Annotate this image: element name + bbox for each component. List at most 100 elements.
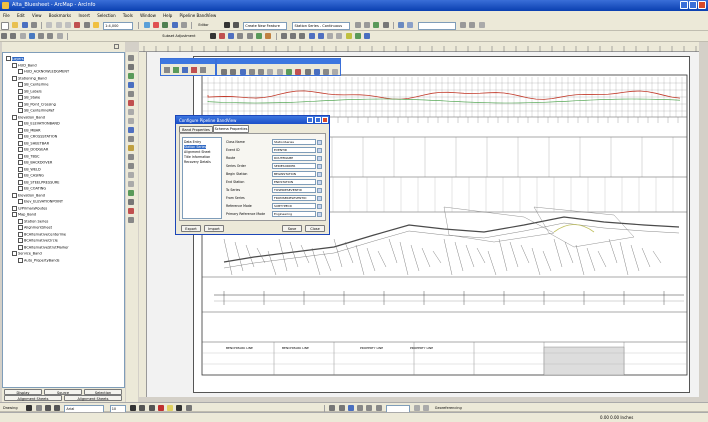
save-icon[interactable] [21, 22, 28, 28]
font-color-icon[interactable] [157, 405, 164, 411]
bv-pan-icon[interactable] [239, 69, 246, 75]
bv-export-icon[interactable] [313, 69, 320, 75]
dropdown-arrow-icon[interactable] [317, 156, 322, 161]
focus-frame-icon[interactable] [423, 405, 430, 411]
field-value-combo[interactable]: SUBTYPECD [272, 203, 316, 209]
band-graph-icon[interactable] [128, 154, 134, 160]
draw-rotate-icon[interactable] [35, 405, 42, 411]
error-inspector-icon[interactable] [460, 22, 466, 28]
layer-visibility-checkbox[interactable] [12, 114, 17, 120]
layout-fixed-zoom-out-icon[interactable] [375, 405, 382, 411]
menu-edit[interactable]: Edit [17, 13, 25, 18]
field-value-combo[interactable]: TOSERIESEVENTID [272, 187, 316, 193]
band-add-icon[interactable] [128, 82, 134, 88]
toc-layer-item[interactable]: Auto_PropertyBands [18, 257, 60, 263]
forward-extent-icon[interactable] [47, 33, 54, 39]
layer-visibility-checkbox[interactable] [12, 205, 17, 211]
menu-window[interactable]: Window [140, 13, 156, 18]
toc-layer-item[interactable]: BCAlternativeCenterline [18, 231, 66, 237]
layer-visibility-checkbox[interactable] [18, 218, 23, 224]
layout-full-page-icon[interactable] [357, 405, 364, 411]
draw-select-icon[interactable] [26, 405, 33, 411]
draw-text-icon[interactable] [54, 405, 61, 411]
band-table-icon[interactable] [128, 172, 134, 178]
italic-icon[interactable] [139, 405, 146, 411]
field-value-combo[interactable]: ROUTENAME [272, 155, 316, 161]
dropdown-arrow-icon[interactable] [317, 196, 322, 201]
bv-band-icon[interactable] [276, 69, 283, 75]
band-north-arrow-icon[interactable] [128, 181, 134, 187]
field-value-combo[interactable]: Engineering [272, 211, 316, 217]
dropdown-arrow-icon[interactable] [317, 140, 322, 145]
schema-tree-item[interactable]: Data Entry [184, 140, 201, 144]
sheet-next-icon[interactable] [317, 33, 324, 39]
layer-visibility-checkbox[interactable] [18, 244, 23, 250]
field-value-combo[interactable]: StationSeries [272, 139, 316, 145]
band-refresh-icon[interactable] [128, 217, 134, 223]
measure-icon[interactable] [237, 33, 244, 39]
georeferencing-menu[interactable]: Georeferencing [433, 405, 472, 411]
pipeline-station-icon[interactable] [182, 67, 188, 73]
globe-tool-icon[interactable] [128, 73, 134, 79]
export-button[interactable]: Export [181, 225, 201, 232]
pipeline-locate-icon[interactable] [200, 67, 206, 73]
editor-toolbar-icon[interactable] [143, 22, 150, 28]
toc-layer-item[interactable]: Layers [6, 56, 24, 61]
sheet-print-icon[interactable] [345, 33, 352, 39]
bv-help-icon[interactable] [332, 69, 339, 75]
drawing-menu[interactable]: Drawing [2, 405, 22, 411]
menu-insert[interactable]: Insert [78, 13, 89, 18]
toc-layer-item[interactable]: Elevation_Band [12, 114, 45, 120]
layer-visibility-checkbox[interactable] [18, 238, 23, 243]
layer-visibility-checkbox[interactable] [18, 153, 23, 159]
layer-visibility-checkbox[interactable] [18, 173, 23, 178]
draw-shape-icon[interactable] [228, 33, 235, 39]
dialog-maximize-button[interactable] [315, 117, 321, 123]
menu-help[interactable]: Help [163, 13, 172, 18]
bold-icon[interactable] [129, 405, 136, 411]
sheet-config-icon[interactable] [355, 33, 362, 39]
layer-visibility-checkbox[interactable] [12, 251, 17, 256]
toc-layer-item[interactable]: EB_SHEETBAR [18, 140, 49, 146]
layout-zoom-in-icon[interactable] [329, 405, 336, 411]
misc-tool-icon[interactable] [478, 22, 485, 28]
pointer-tool-icon[interactable] [128, 55, 134, 61]
toc-layer-item[interactable]: EB_CROSSSTATION [18, 134, 57, 139]
attributes-icon[interactable] [373, 22, 380, 28]
layer-visibility-checkbox[interactable] [12, 192, 17, 198]
band-text-icon[interactable] [128, 136, 134, 142]
zoom-in-icon[interactable] [1, 33, 7, 39]
fix-topology-icon[interactable] [469, 22, 476, 28]
toc-layer-item[interactable]: AlignmentSheet [18, 225, 52, 230]
bv-delete-icon[interactable] [295, 69, 302, 75]
field-value-combo[interactable]: FROMSERIESEVENTID [272, 195, 316, 201]
layout-tool-icon[interactable] [280, 33, 287, 39]
layer-visibility-checkbox[interactable] [18, 88, 23, 94]
target-combo[interactable]: Station Series - Continuous [292, 22, 351, 30]
fill-color-icon[interactable] [167, 405, 174, 411]
toc-layer-item[interactable]: EB_CASING [18, 173, 44, 178]
layer-visibility-checkbox[interactable] [18, 134, 23, 139]
toc-layer-item[interactable]: Station Series [18, 218, 48, 224]
menu-pipeline-bandview[interactable]: Pipeline BandView [180, 13, 217, 18]
band-error-icon[interactable] [128, 208, 134, 214]
toc-layer-item[interactable]: EB_DODGEAR [18, 147, 48, 152]
arctoolbox-icon[interactable] [152, 22, 159, 28]
layout-pan-hand-icon[interactable] [347, 405, 354, 411]
toc-layer-item[interactable]: EB_MBAR [18, 127, 41, 133]
tab-alignment-sheets-1[interactable]: Alignment Sheets [4, 395, 62, 401]
toc-layer-item[interactable]: BCAlternativeStrutMarker [18, 244, 69, 250]
layer-visibility-checkbox[interactable] [18, 101, 23, 107]
field-value-combo[interactable]: ENDSTATION [272, 179, 316, 185]
underline-icon[interactable] [148, 405, 155, 411]
band-remove-icon[interactable] [128, 91, 134, 97]
edit-tool-icon[interactable] [223, 22, 230, 28]
menu-file[interactable]: File [3, 13, 10, 18]
layout-pan-icon[interactable] [299, 33, 306, 39]
validate-icon[interactable] [407, 22, 414, 28]
layer-visibility-checkbox[interactable] [18, 186, 23, 191]
schema-tree-item[interactable]: Station Series [184, 145, 207, 149]
layer-visibility-checkbox[interactable] [18, 108, 23, 113]
dialog-help-button[interactable] [307, 117, 313, 123]
toc-layer-item[interactable]: HUD_ACKNOWLEDGMENT [18, 69, 69, 74]
